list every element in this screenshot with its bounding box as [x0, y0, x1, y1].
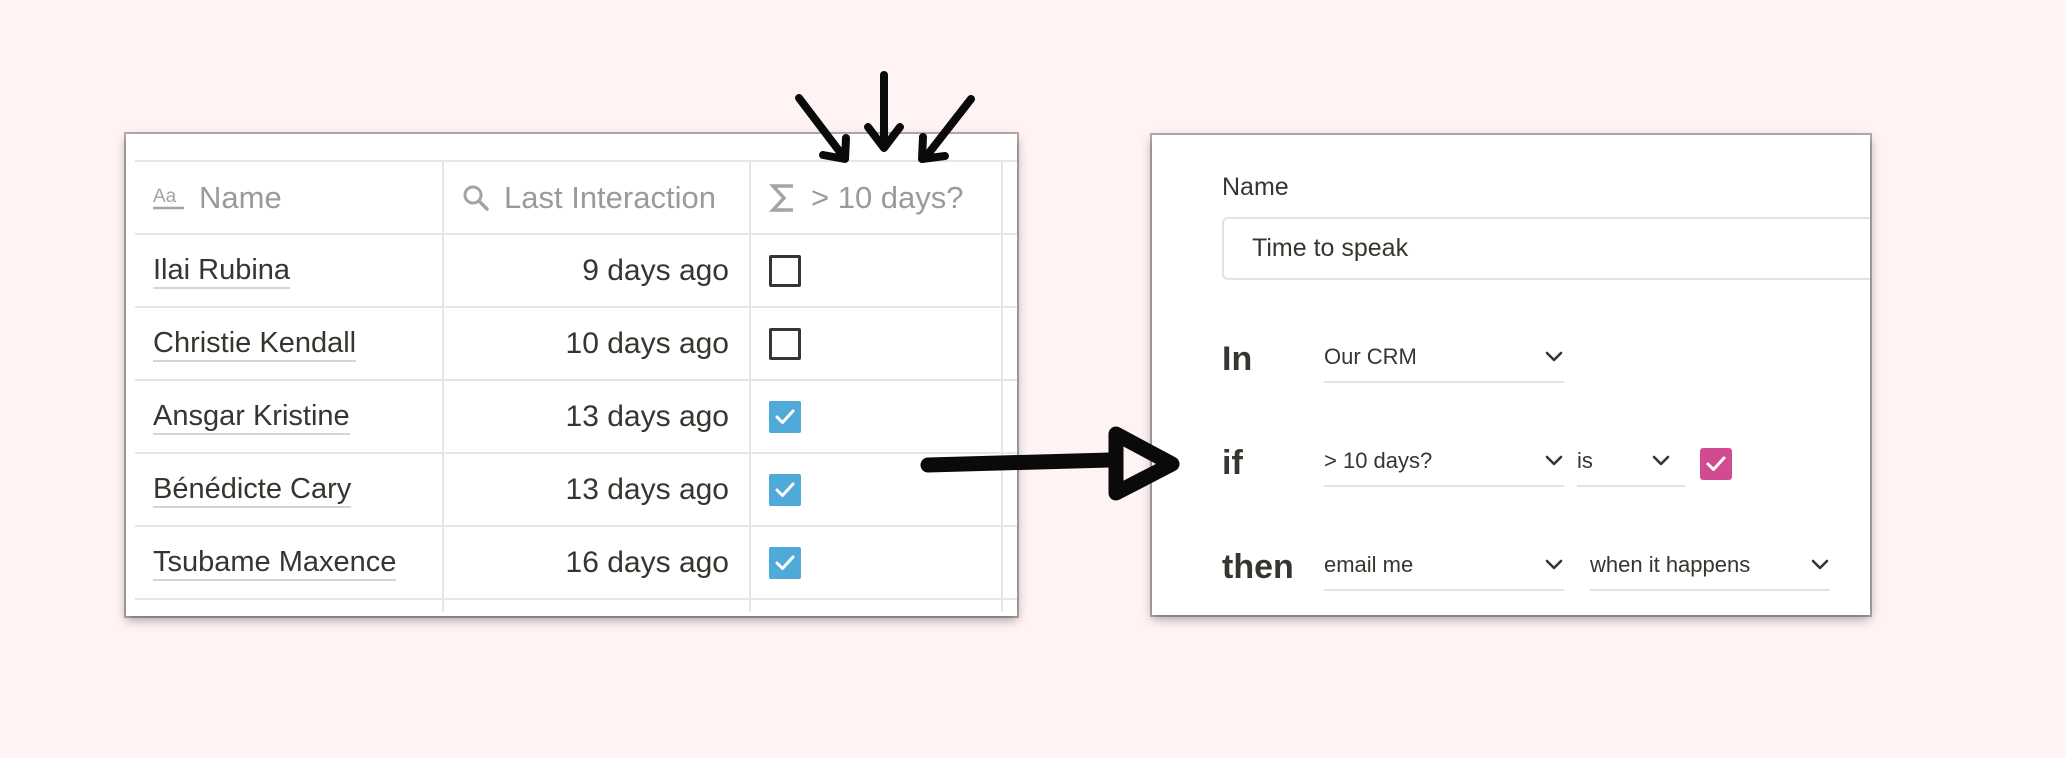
action-select-value: email me: [1324, 552, 1414, 577]
rule-name-input[interactable]: Time to speak: [1222, 217, 1870, 280]
column-header-name[interactable]: Aa Name: [135, 162, 444, 233]
over-10-days-cell[interactable]: [751, 454, 1003, 525]
over-10-days-checkbox[interactable]: [769, 546, 801, 579]
database-select-value: Our CRM: [1324, 344, 1417, 369]
over-10-days-cell[interactable]: [751, 308, 1003, 379]
chevron-down-icon: [1544, 558, 1564, 572]
property-select-value: > 10 days?: [1324, 448, 1433, 473]
row-last-interaction: 16 days ago: [565, 545, 729, 579]
table-row[interactable]: Bénédicte Cary 13 days ago: [135, 454, 1017, 527]
row-last-interaction: 13 days ago: [565, 399, 729, 433]
checkmark-icon: [774, 481, 796, 499]
then-keyword: then: [1222, 548, 1294, 586]
row-last-interaction: 10 days ago: [565, 326, 729, 360]
rule-name-value: Time to speak: [1252, 234, 1409, 262]
column-header-over-10-days[interactable]: > 10 days?: [751, 162, 1003, 233]
row-last-interaction: 9 days ago: [582, 253, 729, 287]
empty-cell: [444, 600, 751, 612]
column-header-label: Name: [199, 179, 282, 215]
chevron-down-icon: [1810, 558, 1830, 572]
over-10-days-cell[interactable]: [751, 381, 1003, 452]
over-10-days-cell[interactable]: [751, 527, 1003, 598]
table-row[interactable]: Tsubame Maxence 16 days ago: [135, 527, 1017, 600]
row-name[interactable]: Ansgar Kristine: [153, 399, 350, 435]
operator-select[interactable]: is: [1577, 437, 1685, 487]
row-name[interactable]: Bénédicte Cary: [153, 472, 352, 508]
sigma-icon: [769, 182, 797, 214]
checkmark-icon: [774, 554, 796, 572]
empty-cell: [1003, 308, 1017, 379]
last-interaction-cell[interactable]: 16 days ago: [444, 527, 751, 598]
timing-select-value: when it happens: [1590, 552, 1751, 577]
action-select[interactable]: email me: [1324, 541, 1564, 591]
row-name[interactable]: Ilai Rubina: [153, 253, 291, 289]
search-icon: [462, 184, 490, 212]
table-row[interactable]: Christie Kendall 10 days ago: [135, 308, 1017, 381]
empty-cell: [135, 600, 444, 612]
column-header-label: Last Interaction: [504, 179, 716, 215]
empty-cell: [1003, 527, 1017, 598]
last-interaction-cell[interactable]: 13 days ago: [444, 454, 751, 525]
last-interaction-cell[interactable]: 13 days ago: [444, 381, 751, 452]
operator-select-value: is: [1577, 448, 1593, 473]
table-row-partial: [135, 600, 1017, 612]
over-10-days-checkbox[interactable]: [769, 400, 801, 433]
empty-cell: [1003, 454, 1017, 525]
database-table: Aa Name Last Interaction > 10 days? Ilai…: [135, 160, 1017, 612]
in-keyword: In: [1222, 340, 1253, 378]
row-name[interactable]: Christie Kendall: [153, 326, 357, 362]
text-property-icon: Aa: [153, 185, 185, 211]
automation-rule-panel: Name Time to speak In Our CRM if > 10 da…: [1152, 135, 1870, 615]
name-cell[interactable]: Ilai Rubina: [135, 235, 444, 306]
over-10-days-cell[interactable]: [751, 235, 1003, 306]
checkmark-icon: [774, 408, 796, 426]
empty-cell: [751, 600, 1003, 612]
empty-cell: [1003, 235, 1017, 306]
database-table-panel: Aa Name Last Interaction > 10 days? Ilai…: [126, 134, 1017, 616]
database-select[interactable]: Our CRM: [1324, 333, 1564, 383]
table-header-row: Aa Name Last Interaction > 10 days?: [135, 160, 1017, 235]
empty-cell: [1003, 381, 1017, 452]
over-10-days-checkbox[interactable]: [769, 473, 801, 506]
column-header-label: > 10 days?: [811, 179, 964, 215]
condition-value-checkbox[interactable]: [1700, 448, 1732, 480]
timing-select[interactable]: when it happens: [1590, 541, 1830, 591]
table-row[interactable]: Ansgar Kristine 13 days ago: [135, 381, 1017, 454]
over-10-days-checkbox[interactable]: [769, 327, 801, 360]
name-field-label: Name: [1222, 173, 1289, 201]
empty-cell: [1003, 600, 1017, 612]
table-row[interactable]: Ilai Rubina 9 days ago: [135, 235, 1017, 308]
name-cell[interactable]: Christie Kendall: [135, 308, 444, 379]
checkmark-icon: [1705, 455, 1727, 473]
chevron-down-icon: [1651, 454, 1671, 468]
chevron-down-icon: [1544, 350, 1564, 364]
name-cell[interactable]: Ansgar Kristine: [135, 381, 444, 452]
chevron-down-icon: [1544, 454, 1564, 468]
property-select[interactable]: > 10 days?: [1324, 437, 1564, 487]
last-interaction-cell[interactable]: 10 days ago: [444, 308, 751, 379]
svg-text:Aa: Aa: [153, 186, 177, 207]
if-keyword: if: [1222, 444, 1243, 482]
name-cell[interactable]: Bénédicte Cary: [135, 454, 444, 525]
name-cell[interactable]: Tsubame Maxence: [135, 527, 444, 598]
column-header-add: [1003, 162, 1017, 233]
row-name[interactable]: Tsubame Maxence: [153, 545, 397, 581]
row-last-interaction: 13 days ago: [565, 472, 729, 506]
column-header-last-interaction[interactable]: Last Interaction: [444, 162, 751, 233]
last-interaction-cell[interactable]: 9 days ago: [444, 235, 751, 306]
over-10-days-checkbox[interactable]: [769, 254, 801, 287]
